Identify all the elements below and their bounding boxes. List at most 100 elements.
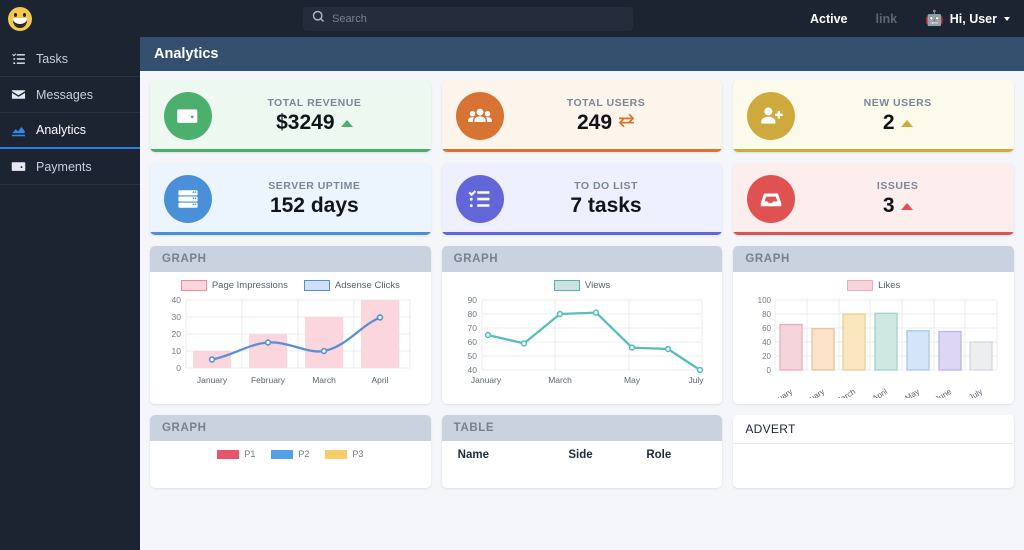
chart-legend: Views [452, 280, 713, 291]
legend-item[interactable]: Adsense Clicks [303, 280, 400, 291]
stat-card-total-revenue[interactable]: TOTAL REVENUE $3249 [150, 80, 431, 152]
svg-text:June: June [934, 387, 954, 398]
top-right-actions: Active link 🤖 Hi, User [796, 11, 1024, 26]
legend-label: Likes [878, 280, 901, 291]
stat-value: 7 tasks [570, 194, 642, 217]
active-link[interactable]: Active [796, 12, 862, 26]
svg-text:90: 90 [467, 295, 477, 305]
stat-label: TOTAL REVENUE [267, 97, 362, 109]
stat-card-issues[interactable]: ISSUES 3 [733, 163, 1015, 235]
legend-swatch [271, 449, 294, 459]
stat-text: TOTAL REVENUE $3249 [212, 97, 417, 135]
trend-up-icon [900, 119, 913, 127]
sidebar-item-messages[interactable]: Messages [0, 77, 140, 113]
legend-item[interactable]: Likes [847, 280, 900, 291]
svg-text:January: January [197, 375, 228, 385]
stat-text: TOTAL USERS 249 [504, 97, 709, 135]
svg-text:60: 60 [467, 337, 477, 347]
svg-text:20: 20 [762, 352, 771, 361]
sidebar-item-label: Payments [36, 159, 92, 174]
sidebar-item-label: Tasks [36, 51, 68, 66]
legend-item[interactable]: P1 [217, 449, 255, 459]
user-menu[interactable]: 🤖 Hi, User [911, 11, 1010, 26]
panel-body: Page Impressions Adsense Clicks 40 30 20… [150, 272, 431, 404]
search-input[interactable] [331, 12, 624, 25]
legend-item[interactable]: Views [553, 280, 611, 291]
stat-text: SERVER UPTIME 152 days [212, 180, 417, 218]
search-icon [312, 10, 325, 28]
legend-swatch [553, 280, 580, 291]
panel-body: P1 P2 P3 [150, 441, 431, 468]
stat-text: NEW USERS 2 [795, 97, 1000, 135]
checklist-icon [455, 175, 504, 223]
stat-text: ISSUES 3 [795, 180, 1000, 218]
sidebar-item-payments[interactable]: Payments [0, 149, 140, 185]
legend-label: P3 [352, 449, 364, 459]
stat-card-new-users[interactable]: NEW USERS 2 [733, 80, 1015, 152]
table-col-side[interactable]: Side [564, 443, 642, 467]
legend-item[interactable]: P2 [271, 449, 309, 459]
stat-card-total-users[interactable]: TOTAL USERS 249 [441, 80, 723, 152]
stat-value: 249 [576, 111, 613, 134]
svg-text:March: March [548, 375, 572, 385]
sidebar-item-label: Analytics [36, 123, 87, 137]
svg-text:40: 40 [467, 365, 477, 375]
stat-cards-row-2: SERVER UPTIME 152 days TO DO LIST 7 task… [150, 163, 1015, 235]
user-menu-label: Hi, User [949, 11, 997, 26]
svg-text:February: February [251, 375, 286, 385]
panel-graph-3: GRAPH Likes 100 80 60 40 20 0 March Apri… [733, 246, 1015, 404]
panel-title: GRAPH [441, 246, 723, 272]
svg-text:March: March [834, 387, 858, 398]
panel-title: TABLE [441, 415, 723, 441]
svg-text:February: February [794, 387, 826, 398]
panel-table: TABLE Name Side Role [441, 415, 723, 488]
chart-graph-1: 40 30 20 10 0 January February March Apr… [172, 295, 411, 385]
svg-text:May: May [904, 387, 922, 398]
dashboard-content: TOTAL REVENUE $3249 TOTAL USERS 249 NEW … [140, 71, 1024, 499]
svg-text:April: April [371, 375, 388, 385]
stat-label: NEW USERS [863, 97, 932, 109]
stat-value: 2 [882, 111, 895, 134]
legend-label: Adsense Clicks [334, 280, 400, 291]
server-icon [164, 175, 212, 223]
trend-up-icon [900, 202, 913, 210]
svg-text:July: July [968, 387, 985, 398]
sidebar-item-label: Messages [36, 87, 93, 102]
legend-item[interactable]: P3 [325, 449, 363, 459]
table-col-name[interactable]: Name [454, 443, 565, 467]
secondary-link[interactable]: link [862, 12, 912, 26]
inbox-icon [747, 175, 796, 223]
smiley-face-icon [8, 6, 32, 31]
bottom-panels-row: GRAPH P1 P2 P3 TABLE Name Side Role ADVE… [150, 415, 1015, 488]
svg-text:60: 60 [762, 324, 771, 333]
panel-graph-1: GRAPH Page Impressions Adsense Clicks 40… [150, 246, 431, 404]
table-col-role[interactable]: Role [642, 443, 710, 467]
stat-value: $3249 [276, 111, 335, 134]
panel-title: GRAPH [150, 415, 431, 441]
legend-label: P2 [298, 449, 310, 459]
stat-card-server-uptime[interactable]: SERVER UPTIME 152 days [150, 163, 431, 235]
sidebar-item-analytics[interactable]: Analytics [0, 113, 140, 149]
svg-text:January: January [765, 387, 794, 398]
panel-graph-4: GRAPH P1 P2 P3 [150, 415, 431, 488]
svg-text:January: January [471, 375, 502, 385]
legend-swatch [325, 449, 348, 459]
legend-item[interactable]: Page Impressions [180, 280, 288, 291]
legend-label: Views [584, 280, 611, 291]
stat-label: TO DO LIST [574, 180, 638, 192]
brand-logo[interactable] [0, 6, 140, 31]
svg-text:80: 80 [762, 310, 771, 319]
exchange-arrows-icon [618, 113, 635, 133]
users-group-icon [455, 92, 504, 140]
search-box[interactable] [302, 6, 633, 31]
task-list-icon [11, 51, 26, 66]
legend-swatch [847, 280, 874, 291]
svg-text:0: 0 [767, 366, 772, 375]
top-navigation-bar: Active link 🤖 Hi, User [0, 0, 1024, 37]
stat-text: TO DO LIST 7 tasks [504, 180, 709, 218]
svg-text:40: 40 [762, 338, 771, 347]
stat-value: 152 days [269, 194, 359, 217]
stat-card-todo-list[interactable]: TO DO LIST 7 tasks [441, 163, 723, 235]
legend-swatch [180, 280, 207, 291]
sidebar-item-tasks[interactable]: Tasks [0, 41, 140, 77]
